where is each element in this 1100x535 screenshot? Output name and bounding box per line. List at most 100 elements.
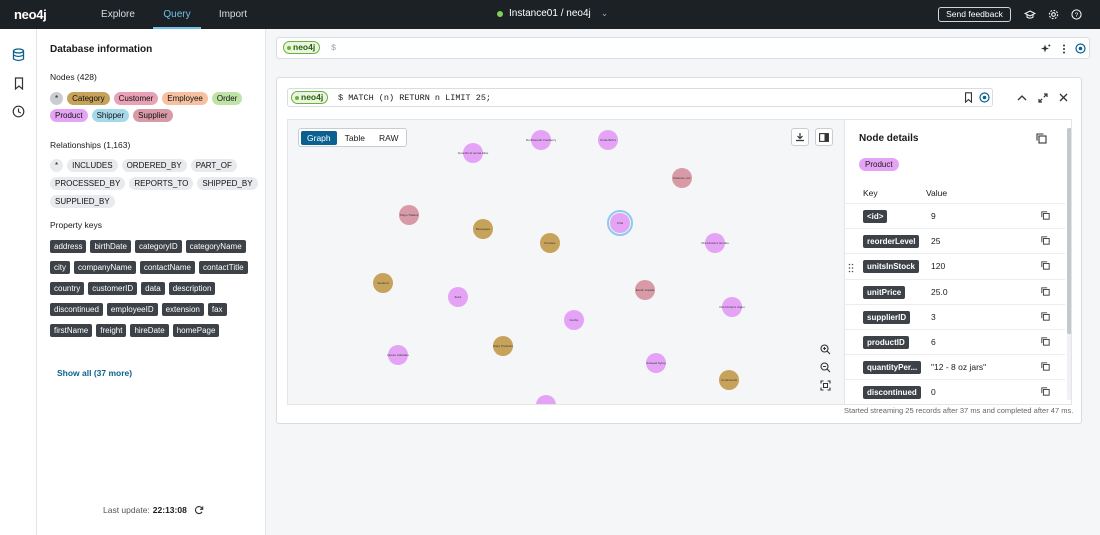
history-icon[interactable] [11,104,26,119]
instance-selector[interactable]: Instance01 / neo4j ⌄ [497,8,608,19]
graph-node[interactable]: Queso Cabrales [387,345,409,365]
graph-node[interactable]: Konbu [564,310,584,330]
property-key[interactable]: extension [161,303,204,316]
copy-icon[interactable] [1041,312,1051,322]
help-icon[interactable]: ? [1070,8,1083,21]
bookmark-icon[interactable] [11,76,26,91]
send-feedback-button[interactable]: Send feedback [938,7,1011,22]
graph-node[interactable]: Pavlova, Ltd. [672,168,692,188]
property-key[interactable]: customerID [88,282,138,295]
copy-node-icon[interactable] [1035,132,1048,145]
relationship-shipped-by[interactable]: SHIPPED_BY [197,177,258,190]
collapse-icon[interactable] [1015,91,1028,104]
view-tab-graph[interactable]: Graph [301,130,337,145]
graph-node[interactable]: Chef Anton's Cajun [719,297,745,317]
graph-node[interactable]: Ikura [448,287,468,307]
view-tab-raw[interactable]: RAW [373,131,405,145]
refresh-icon[interactable] [194,505,204,517]
query-editor[interactable]: neo4j $ [276,37,1090,59]
nav-tab-query[interactable]: Query [153,0,201,29]
property-key[interactable]: companyName [74,261,136,274]
graph-node[interactable]: Produce [540,233,560,253]
graph-node[interactable]: Tofu [536,395,556,404]
node-label-supplier[interactable]: Supplier [133,109,173,122]
close-icon[interactable] [1057,91,1070,104]
graph-node[interactable]: Condiments [719,370,739,390]
property-key[interactable]: birthDate [90,240,131,253]
copy-icon[interactable] [1041,362,1051,372]
database-icon[interactable] [11,47,26,62]
property-key[interactable]: hireDate [130,324,169,337]
property-key[interactable]: freight [96,324,127,337]
property-key[interactable]: firstName [50,324,93,337]
download-button[interactable] [791,128,809,146]
result-query-bar[interactable]: neo4j $ MATCH (n) RETURN n LIMIT 25; [287,88,993,107]
property-key[interactable]: categoryID [134,240,182,253]
graph-node[interactable]: Gnocchi di nonna Alice [458,143,489,163]
copy-icon[interactable] [1041,387,1051,397]
node-label-all[interactable]: * [50,92,64,105]
copy-icon[interactable] [1041,236,1051,246]
property-key[interactable]: city [50,261,70,274]
copy-icon[interactable] [1041,261,1051,271]
scrollbar-thumb[interactable] [1067,128,1071,334]
show-all-link[interactable]: Show all (37 more) [57,368,132,378]
zoom-out-icon[interactable] [818,360,832,374]
graph-node[interactable]: Chai [607,210,633,236]
graph-node[interactable]: Chef Anton's Gumbo [701,233,729,253]
zoom-in-icon[interactable] [818,342,832,356]
sparkle-icon[interactable] [1039,42,1052,55]
result-database-badge[interactable]: neo4j [291,91,329,104]
graph-node[interactable]: Uncle Bob's [598,130,618,150]
property-key[interactable]: discontinued [50,303,103,316]
relationship-supplied-by[interactable]: SUPPLIED_BY [50,195,115,208]
graph-canvas[interactable]: Gnocchi di nonna Alice Northwoods Cranber… [288,120,843,404]
nav-tab-explore[interactable]: Explore [90,0,146,29]
graph-node[interactable]: Tokyo Traders [399,205,419,225]
node-label-employee[interactable]: Employee [162,92,208,105]
graduation-cap-icon[interactable] [1023,8,1036,21]
rerun-query-icon[interactable] [978,91,991,104]
relationship-includes[interactable]: INCLUDES [67,159,118,172]
graph-node[interactable]: Northwoods Cranberry [526,130,557,150]
more-options-icon[interactable] [1057,42,1070,55]
bookmark-query-icon[interactable] [962,91,975,104]
relationship-ordered-by[interactable]: ORDERED_BY [121,159,187,172]
property-key[interactable]: country [50,282,85,295]
nav-tab-import[interactable]: Import [208,0,258,29]
gear-icon[interactable] [1047,8,1060,21]
graph-node[interactable]: Aniseed Syrup [646,353,666,373]
fit-to-screen-icon[interactable] [818,378,832,392]
relationship-part-of[interactable]: PART_OF [190,159,237,172]
details-scrollbar[interactable] [1067,128,1071,400]
property-key[interactable]: address [50,240,87,253]
fullscreen-icon[interactable] [1036,91,1049,104]
toggle-panel-button[interactable] [815,128,833,146]
relationship-processed-by[interactable]: PROCESSED_BY [50,177,126,190]
copy-icon[interactable] [1041,211,1051,221]
query-text[interactable]: $ MATCH (n) RETURN n LIMIT 25; [338,93,491,103]
relationship-all[interactable]: * [50,159,64,172]
neo4j-logo[interactable]: neo4j [14,7,47,22]
property-key[interactable]: employeeID [106,303,158,316]
graph-node[interactable]: Dairy Products [493,336,513,356]
node-label-customer[interactable]: Customer [113,92,159,105]
graph-node[interactable]: Exotic Liquids [635,280,655,300]
node-label-badge[interactable]: Product [859,158,899,171]
node-label-shipper[interactable]: Shipper [91,109,130,122]
drag-handle-icon[interactable] [848,263,854,273]
copy-icon[interactable] [1041,337,1051,347]
property-key[interactable]: contactName [139,261,195,274]
relationship-reports-to[interactable]: REPORTS_TO [129,177,194,190]
node-label-product[interactable]: Product [50,109,88,122]
database-badge[interactable]: neo4j [283,41,321,54]
property-key[interactable]: categoryName [185,240,246,253]
copy-icon[interactable] [1041,286,1051,297]
property-key[interactable]: contactTitle [198,261,248,274]
property-key[interactable]: description [168,282,216,295]
node-label-order[interactable]: Order [211,92,243,105]
run-query-icon[interactable] [1074,42,1087,55]
property-key[interactable]: data [141,282,165,295]
view-tab-table[interactable]: Table [339,131,371,145]
graph-node[interactable]: Seafood [373,273,393,293]
